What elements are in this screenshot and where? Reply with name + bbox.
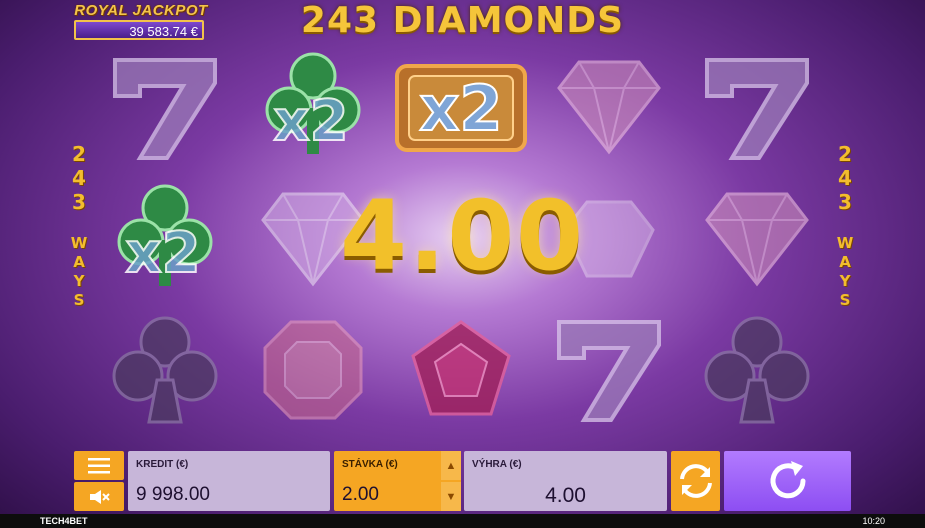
ways-digit: 3 <box>838 190 852 214</box>
ways-letter: A <box>839 253 851 271</box>
game-title: 243 DIAMONDS <box>300 0 625 41</box>
ways-digit: 3 <box>72 190 86 214</box>
spin-icon <box>770 461 805 499</box>
club-symbol <box>105 310 225 430</box>
bet-label: STÁVKA (€) <box>342 459 398 470</box>
win-label: VÝHRA (€) <box>472 459 522 470</box>
clover-x2-symbol: x2 <box>253 48 373 168</box>
spin-button[interactable] <box>724 451 851 511</box>
ways-digit: 2 <box>72 142 86 166</box>
win-value: 4.00 <box>545 484 586 507</box>
club-symbol <box>697 310 817 430</box>
autoplay-icon <box>679 464 712 498</box>
big-win-amount: 4.00 <box>340 180 585 292</box>
ways-letter: W <box>70 234 88 252</box>
ways-digit: 4 <box>72 166 86 190</box>
bet-panel: STÁVKA (€) 2.00 ▲ ▼ <box>334 451 461 511</box>
win-panel: VÝHRA (€) 4.00 <box>464 451 667 511</box>
svg-text:x2: x2 <box>273 89 348 154</box>
arrow-down-icon: ▼ <box>445 490 457 503</box>
gold-x2-symbol: x2 <box>391 58 527 178</box>
credit-value: 9 998.00 <box>136 484 210 505</box>
octagon-gem-symbol <box>253 310 373 430</box>
game-stage: ROYAL JACKPOT 39 583.74 € 243 DIAMONDS 2… <box>0 0 925 528</box>
autoplay-button[interactable] <box>671 451 720 511</box>
sound-button[interactable] <box>74 482 124 511</box>
seven-symbol <box>697 48 817 168</box>
ways-digit: 4 <box>838 166 852 190</box>
arrow-up-icon: ▲ <box>445 459 457 472</box>
svg-text:x2: x2 <box>125 221 200 286</box>
ways-letter: W <box>836 234 854 252</box>
credit-label: KREDIT (€) <box>136 459 189 470</box>
seven-symbol <box>105 48 225 168</box>
brand-label: TECH4BET <box>40 516 88 526</box>
ways-letter: Y <box>839 272 851 290</box>
ways-digit: 2 <box>838 142 852 166</box>
clover-x2-symbol: x2 <box>105 180 225 300</box>
ways-letter: Y <box>73 272 85 290</box>
bet-decrease-button[interactable]: ▼ <box>441 482 461 511</box>
diamond-symbol <box>697 180 817 300</box>
ways-letter: S <box>839 291 851 309</box>
clock-label: 10:20 <box>862 516 885 526</box>
credit-panel: KREDIT (€) 9 998.00 <box>128 451 330 511</box>
diamond-symbol <box>549 48 669 168</box>
ways-letter: S <box>73 291 85 309</box>
sound-muted-icon <box>90 489 110 504</box>
ways-indicator-left: 2 4 3 W A Y S <box>68 142 90 310</box>
pentagon-gem-symbol <box>401 310 521 430</box>
menu-button[interactable] <box>74 451 124 480</box>
menu-icon <box>88 457 110 473</box>
bet-value: 2.00 <box>342 484 379 505</box>
svg-text:x2: x2 <box>419 72 502 145</box>
bet-increase-button[interactable]: ▲ <box>441 451 461 480</box>
ways-letter: A <box>73 253 85 271</box>
footer-bar: TECH4BET 10:20 <box>0 514 925 528</box>
seven-symbol <box>549 310 669 430</box>
control-bar: KREDIT (€) 9 998.00 STÁVKA (€) 2.00 ▲ ▼ … <box>0 448 925 514</box>
ways-indicator-right: 2 4 3 W A Y S <box>834 142 856 310</box>
